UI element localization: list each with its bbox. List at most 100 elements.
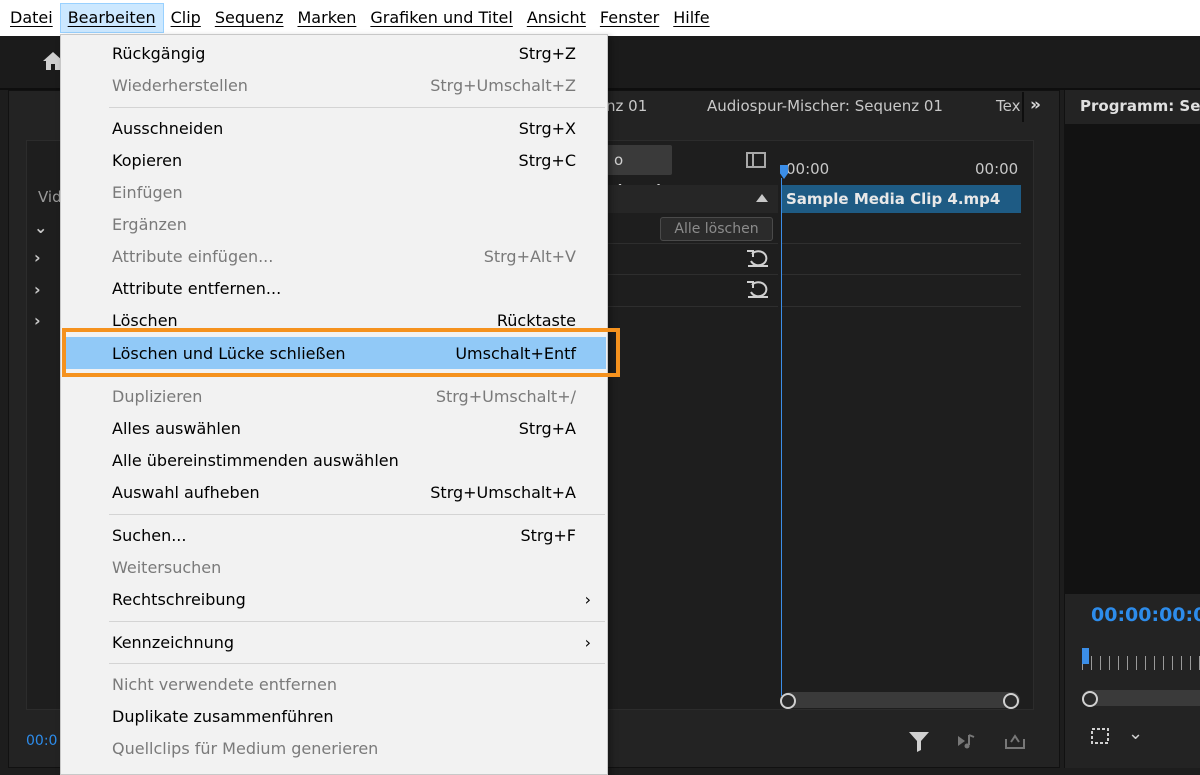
- submenu-arrow-icon: ›: [584, 632, 591, 652]
- menu-item-label: Kennzeichnung: [112, 632, 235, 652]
- menu-ansicht[interactable]: Ansicht: [520, 3, 593, 33]
- effects-header-row: [606, 185, 778, 213]
- menu-item-label: Duplizieren: [112, 386, 203, 406]
- callout-highlight-box: [62, 328, 620, 377]
- menu-item-shortcut: Strg+C: [518, 150, 576, 170]
- menu-bar: Datei Bearbeiten Clip Sequenz Marken Gra…: [0, 0, 1200, 36]
- menu-item-label: Löschen: [112, 310, 178, 330]
- clear-all-button[interactable]: Alle löschen: [660, 217, 773, 241]
- menu-item-shortcut: Strg+A: [518, 418, 576, 438]
- submenu-arrow-icon: ›: [584, 589, 591, 609]
- menu-hilfe[interactable]: Hilfe: [666, 3, 716, 33]
- filter-icon[interactable]: [906, 728, 932, 754]
- chevron-down-icon[interactable]: ⌄: [1128, 723, 1143, 744]
- menu-fenster[interactable]: Fenster: [593, 3, 666, 33]
- menu-item-label: Ausschneiden: [112, 118, 224, 138]
- menu-item-label: Attribute entfernen...: [112, 278, 282, 298]
- tab-audio-mixer[interactable]: Audiospur-Mischer: Sequenz 01: [707, 97, 943, 115]
- tab-text[interactable]: Tex: [996, 97, 1020, 115]
- menu-item-label: Auswahl aufheben: [112, 482, 260, 502]
- panel-toggle-icon[interactable]: [746, 152, 766, 168]
- ruler-start-label: 00:00: [786, 160, 830, 178]
- playhead-line: [781, 178, 782, 696]
- program-timecode[interactable]: 00:00:00:00: [1091, 604, 1200, 626]
- menu-item-label: Alle übereinstimmenden auswählen: [112, 450, 399, 470]
- collapse-up-icon[interactable]: [756, 194, 768, 202]
- tab-divider: [1022, 92, 1024, 122]
- menu-item-alles-auswaehlen[interactable]: Alles auswählen Strg+A: [62, 412, 606, 444]
- menu-item-label: Weitersuchen: [112, 557, 222, 577]
- menu-separator: [109, 514, 605, 515]
- timeline-divider: [782, 243, 1021, 244]
- program-playhead-icon[interactable]: [1082, 648, 1089, 664]
- scroll-handle-left[interactable]: [780, 693, 796, 709]
- menu-separator: [109, 107, 605, 108]
- program-scroll-handle[interactable]: [1082, 691, 1098, 707]
- menu-item-duplizieren[interactable]: Duplizieren Strg+Umschalt+/: [62, 380, 606, 412]
- menu-grafiken-und-titel[interactable]: Grafiken und Titel: [363, 3, 519, 33]
- menu-item-alle-uebereinstimmenden[interactable]: Alle übereinstimmenden auswählen: [62, 444, 606, 476]
- menu-item-shortcut: Strg+Z: [518, 43, 576, 63]
- menu-item-label: Ergänzen: [112, 214, 187, 234]
- menu-item-kennzeichnung[interactable]: Kennzeichnung ›: [62, 626, 606, 658]
- chevron-right-icon[interactable]: ›: [34, 280, 41, 299]
- chevron-down-icon[interactable]: ⌄: [34, 218, 47, 237]
- menu-item-auswahl-aufheben[interactable]: Auswahl aufheben Strg+Umschalt+A: [62, 476, 606, 508]
- menu-item-kopieren[interactable]: Kopieren Strg+C: [62, 144, 606, 176]
- menu-item-attribute-einfuegen[interactable]: Attribute einfügen... Strg+Alt+V: [62, 240, 606, 272]
- menu-item-rueckgaengig[interactable]: Rückgängig Strg+Z: [62, 37, 606, 69]
- row-divider: [606, 243, 778, 244]
- menu-item-attribute-entfernen[interactable]: Attribute entfernen...: [62, 272, 606, 304]
- menu-item-label: Rechtschreibung: [112, 589, 246, 609]
- tab-sequence[interactable]: nz 01: [606, 97, 647, 115]
- program-scrollbar[interactable]: [1082, 690, 1200, 706]
- menu-marken[interactable]: Marken: [291, 3, 364, 33]
- menu-item-shortcut: Strg+Umschalt+A: [430, 482, 576, 502]
- menu-item-shortcut: Strg+X: [518, 118, 576, 138]
- reset-icon[interactable]: [746, 279, 770, 299]
- chevron-right-icon[interactable]: ›: [34, 248, 41, 267]
- menu-item-ergaenzen[interactable]: Ergänzen: [62, 208, 606, 240]
- timecode-left[interactable]: 00:0: [26, 733, 57, 749]
- scroll-handle-right[interactable]: [1003, 693, 1019, 709]
- menu-separator: [109, 663, 605, 664]
- menu-item-nicht-verwendete-entfernen[interactable]: Nicht verwendete entfernen: [62, 668, 606, 700]
- reset-icon[interactable]: [746, 248, 770, 268]
- timeline-clip[interactable]: Sample Media Clip 4.mp4: [782, 185, 1021, 213]
- program-ruler[interactable]: [1082, 656, 1200, 670]
- menu-item-shortcut: Strg+Umschalt+/: [435, 386, 576, 406]
- menu-datei[interactable]: Datei: [3, 3, 60, 33]
- more-tabs-icon[interactable]: »: [1030, 95, 1041, 115]
- menu-item-label: Einfügen: [112, 182, 183, 202]
- chevron-right-icon[interactable]: ›: [34, 311, 41, 330]
- menu-item-ausschneiden[interactable]: Ausschneiden Strg+X: [62, 112, 606, 144]
- timeline-scrollbar[interactable]: [782, 692, 1020, 708]
- menu-separator: [109, 621, 605, 622]
- menu-item-label: Quellclips für Medium generieren: [112, 738, 379, 758]
- menu-item-label: Nicht verwendete entfernen: [112, 674, 338, 694]
- export-frame-icon[interactable]: [1002, 728, 1028, 754]
- program-monitor-view: [1064, 124, 1200, 594]
- menu-item-label: Alles auswählen: [112, 418, 241, 438]
- menu-item-weitersuchen[interactable]: Weitersuchen: [62, 551, 606, 583]
- menu-item-label: Duplikate zusammenführen: [112, 706, 334, 726]
- menu-item-shortcut: Strg+F: [520, 525, 577, 545]
- menu-bearbeiten[interactable]: Bearbeiten: [59, 3, 164, 33]
- menu-item-rechtschreibung[interactable]: Rechtschreibung ›: [62, 583, 606, 615]
- menu-item-quellclips-generieren[interactable]: Quellclips für Medium generieren: [62, 732, 606, 764]
- menu-item-shortcut: Rücktaste: [496, 310, 576, 330]
- menu-item-einfuegen[interactable]: Einfügen: [62, 176, 606, 208]
- timeline-divider: [782, 306, 1021, 307]
- menu-item-duplikate-zusammenfuehren[interactable]: Duplikate zusammenführen: [62, 700, 606, 732]
- source-clip-chip[interactable]: o 4.mp4: [606, 145, 672, 199]
- video-section-label: Vid: [38, 188, 62, 206]
- safe-margins-icon[interactable]: [1088, 725, 1112, 747]
- tab-program[interactable]: Programm: Sequ: [1080, 97, 1200, 115]
- audio-export-icon[interactable]: [955, 728, 981, 754]
- ruler-end-label: 00:00: [975, 160, 1019, 178]
- menu-item-shortcut: Strg+Alt+V: [483, 246, 576, 266]
- menu-item-wiederherstellen[interactable]: Wiederherstellen Strg+Umschalt+Z: [62, 69, 606, 101]
- menu-item-suchen[interactable]: Suchen... Strg+F: [62, 519, 606, 551]
- menu-clip[interactable]: Clip: [164, 3, 208, 33]
- menu-sequenz[interactable]: Sequenz: [208, 3, 291, 33]
